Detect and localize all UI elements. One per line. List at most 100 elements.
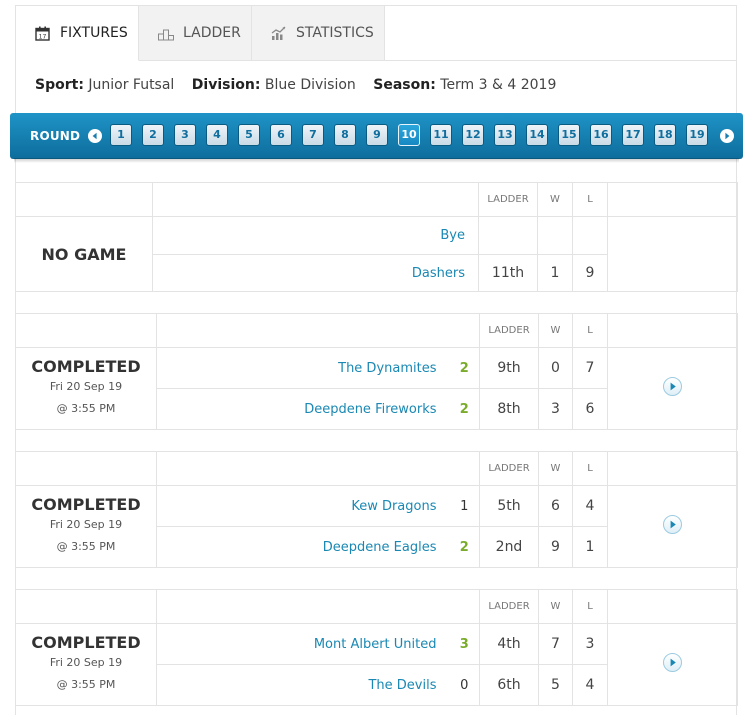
calendar-icon: 17 [35, 26, 50, 41]
round-button[interactable]: 2 [142, 124, 164, 146]
round-button[interactable]: 19 [686, 124, 708, 146]
tab-bar: 17 FIXTURES LADDER STATISTICS [16, 6, 736, 61]
team-name[interactable]: Kew Dragons [156, 485, 450, 527]
header-blank [15, 451, 157, 486]
tab-statistics[interactable]: STATISTICS [252, 6, 385, 61]
round-button[interactable]: 4 [206, 124, 228, 146]
match-date: Fri 20 Sep 19 [49, 380, 123, 393]
team-score: 3 [449, 623, 480, 665]
competition-info: Sport: Junior Futsal Division: Blue Divi… [35, 77, 569, 93]
team-ladder-position: 5th [479, 485, 539, 527]
sport-info: Sport: Junior Futsal [35, 77, 174, 93]
losses-header: L [572, 182, 608, 217]
team-ladder-position: 11th [478, 254, 538, 292]
match-status: COMPLETED Fri 20 Sep 19 @ 3:55 PM [15, 485, 157, 568]
header-blank [156, 313, 480, 348]
round-button[interactable]: 1 [110, 124, 132, 146]
team-losses: 9 [572, 254, 608, 292]
team-losses: 6 [572, 388, 608, 430]
losses-header: L [572, 451, 608, 486]
round-button[interactable]: 7 [302, 124, 324, 146]
team-name[interactable]: Mont Albert United [156, 623, 450, 665]
header-blank [607, 589, 738, 624]
tab-ladder-label: LADDER [183, 25, 241, 41]
match-details-cell [607, 623, 738, 706]
wins-header: W [537, 182, 573, 217]
match-status: NO GAME [15, 216, 153, 292]
season-value: Term 3 & 4 2019 [440, 77, 557, 93]
round-button[interactable]: 12 [462, 124, 484, 146]
round-button[interactable]: 9 [366, 124, 388, 146]
round-button[interactable]: 11 [430, 124, 452, 146]
team-name[interactable]: Bye [152, 216, 479, 255]
fixture-match: LADDER W L COMPLETED Fri 20 Sep 19 @ 3:55 PM K… [15, 451, 738, 568]
round-button[interactable]: 8 [334, 124, 356, 146]
losses-header: L [572, 589, 608, 624]
match-details-cell [607, 485, 738, 568]
round-button-current[interactable]: 10 [398, 124, 420, 146]
svg-text:17: 17 [39, 33, 47, 40]
ladder-header: LADDER [479, 313, 539, 348]
round-label: ROUND [30, 129, 81, 143]
team-ladder-position [478, 216, 538, 255]
header-blank [607, 313, 738, 348]
team-name[interactable]: Deepdene Eagles [156, 526, 450, 568]
team-wins: 0 [538, 347, 573, 389]
match-time: @ 3:55 PM [56, 540, 116, 553]
round-button[interactable]: 17 [622, 124, 644, 146]
tab-ladder[interactable]: LADDER [139, 6, 252, 61]
team-losses: 1 [572, 526, 608, 568]
match-date: Fri 20 Sep 19 [49, 656, 123, 669]
status-text: COMPLETED [31, 357, 141, 376]
next-round-button[interactable] [720, 129, 734, 143]
match-details-button[interactable] [663, 515, 682, 534]
team-wins [537, 216, 573, 255]
round-button[interactable]: 15 [558, 124, 580, 146]
team-name[interactable]: The Devils [156, 664, 450, 706]
team-score: 2 [449, 388, 480, 430]
sport-value: Junior Futsal [88, 77, 175, 93]
round-button[interactable]: 6 [270, 124, 292, 146]
team-name[interactable]: Deepdene Fireworks [156, 388, 450, 430]
team-wins: 3 [538, 388, 573, 430]
round-button[interactable]: 5 [238, 124, 260, 146]
fixture-separator [15, 292, 737, 314]
round-button[interactable]: 16 [590, 124, 612, 146]
fixture-match: LADDER W L COMPLETED Fri 20 Sep 19 @ 3:55 PM M… [15, 589, 738, 706]
division-info: Division: Blue Division [192, 77, 356, 93]
match-time: @ 3:55 PM [56, 678, 116, 691]
match-details-button[interactable] [663, 653, 682, 672]
team-score: 2 [449, 526, 480, 568]
round-button[interactable]: 14 [526, 124, 548, 146]
round-button[interactable]: 13 [494, 124, 516, 146]
team-name[interactable]: Dashers [152, 254, 479, 292]
header-blank [152, 182, 479, 217]
status-text: COMPLETED [31, 495, 141, 514]
tab-fixtures-label: FIXTURES [60, 25, 128, 41]
team-losses: 3 [572, 623, 608, 665]
team-wins: 6 [538, 485, 573, 527]
division-label: Division: [191, 77, 261, 93]
header-blank [607, 182, 738, 217]
prev-round-button[interactable] [88, 129, 102, 143]
chevron-left-icon [92, 132, 97, 140]
fixture-header-row: LADDER W L [15, 451, 738, 486]
team-row: NO GAME Bye [15, 216, 738, 292]
team-ladder-position: 8th [479, 388, 539, 430]
team-row: COMPLETED Fri 20 Sep 19 @ 3:55 PM The Dynam… [15, 347, 738, 430]
season-info: Season: Term 3 & 4 2019 [373, 77, 556, 93]
empty-action-cell [607, 216, 738, 292]
match-details-button[interactable] [663, 377, 682, 396]
round-button[interactable]: 18 [654, 124, 676, 146]
round-button[interactable]: 3 [174, 124, 196, 146]
ladder-header: LADDER [478, 182, 538, 217]
wins-header: W [538, 589, 573, 624]
team-wins: 1 [537, 254, 573, 292]
team-score: 0 [449, 664, 480, 706]
team-name[interactable]: The Dynamites [156, 347, 450, 389]
tab-bar-filler [385, 6, 736, 61]
match-time: @ 3:55 PM [56, 402, 116, 415]
status-text: COMPLETED [31, 633, 141, 652]
chart-icon [271, 26, 286, 41]
tab-fixtures[interactable]: 17 FIXTURES [16, 6, 139, 61]
